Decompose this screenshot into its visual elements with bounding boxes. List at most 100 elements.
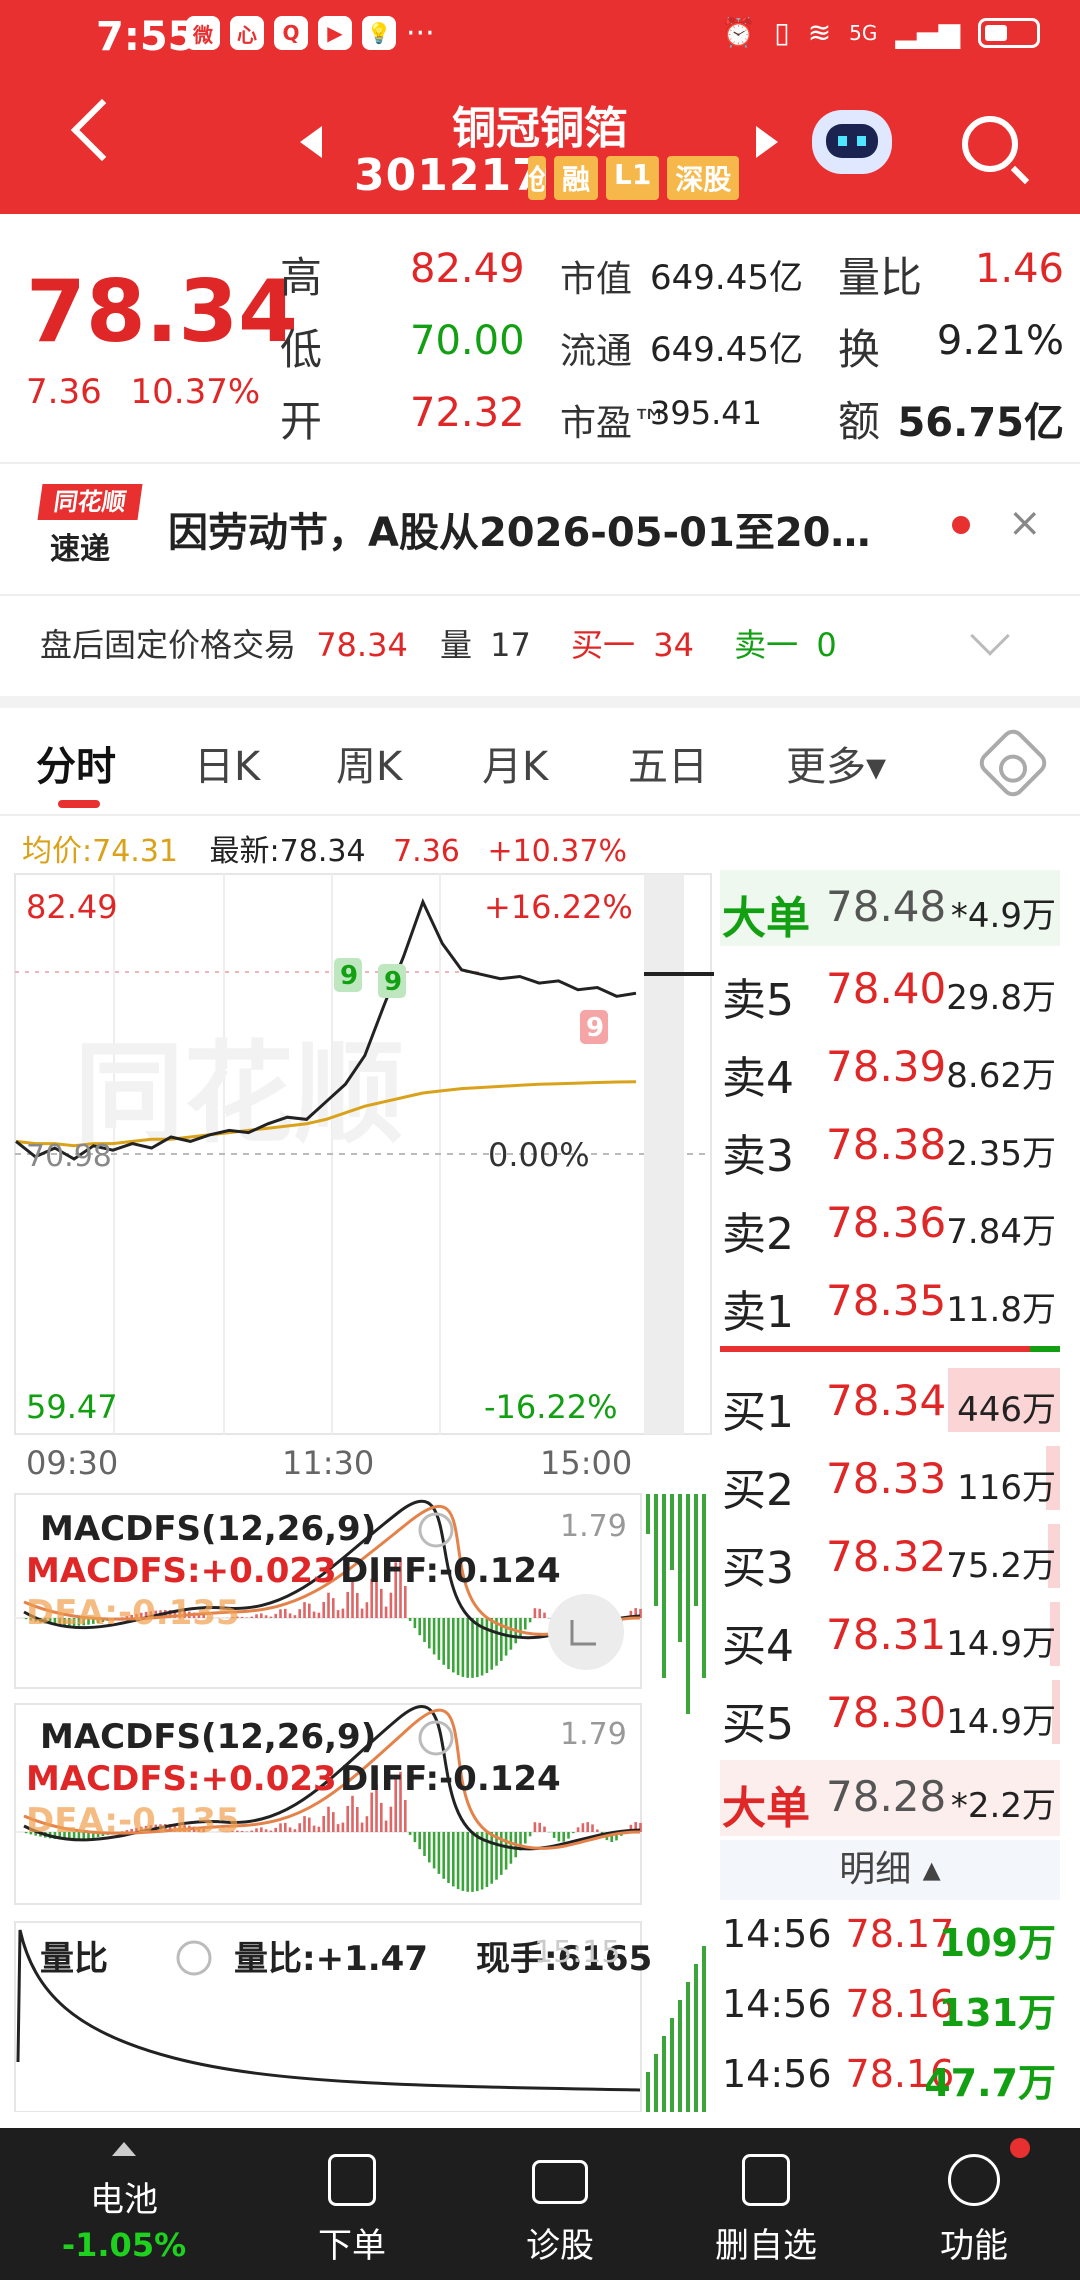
open-label: 开 [280,397,323,446]
tab-daily-k[interactable]: 日K [194,734,260,792]
macd-bar [413,1618,417,1629]
market-cap-value: 649.45亿 [650,258,803,298]
macd-bar [303,1816,306,1832]
big-order-top[interactable]: 大单 78.48 *4.9万 [720,870,1060,946]
bid-row[interactable]: 买3 78.32 75.2万 [720,1520,1060,1596]
network-label: 5G [849,20,878,45]
macd-bar [356,1807,359,1832]
macd-bar [596,1829,599,1832]
bid-label: 买5 [722,1699,794,1750]
nav-diagnose[interactable]: 诊股 [460,2128,660,2280]
macd-bar [298,1823,301,1832]
big-order-vol: *4.9万 [950,896,1056,936]
bid-row[interactable]: 买4 78.31 14.9万 [720,1598,1060,1674]
ask-label: 卖4 [722,1053,794,1104]
nav-remove-watchlist[interactable]: 删自选 [666,2128,866,2280]
ask-row[interactable]: 卖3 78.38 2.35万 [720,1108,1060,1184]
tag-shen: 深股 [667,156,740,200]
after-hours-price: 78.34 [316,626,408,664]
macd-bar [576,1827,580,1832]
nav-functions[interactable]: 功能 [874,2128,1074,2280]
bid-row[interactable]: 买2 78.33 116万 [720,1442,1060,1518]
macd-bar [437,1832,441,1874]
after-hours-vol: 17 [490,626,531,664]
after-hours-row[interactable]: 盘后固定价格交易 78.34 量 17 买一 34 卖一 0 [40,620,837,666]
news-logo: 同花顺 速递 [37,484,143,567]
next-stock-icon[interactable] [756,126,778,158]
big-order-price: 78.48 [826,882,947,931]
macd1-title[interactable]: MACDFS(12,26,9) [40,1509,376,1549]
macd2-title[interactable]: MACDFS(12,26,9) [40,1717,376,1757]
macd-bar [279,1609,282,1618]
chevron-down-icon[interactable] [970,616,1010,656]
ask-price: 78.36 [826,1198,947,1247]
status-notification-icons: 微 心 Q ▶ 💡 ··· [186,16,435,51]
vol-ratio-title[interactable]: 量比 [40,1939,108,1979]
bid-vol: 14.9万 [946,1702,1056,1742]
divider [0,814,1080,816]
nav-battery[interactable]: 电池 -1.05% [24,2128,224,2280]
ask-row[interactable]: 卖2 78.36 7.84万 [720,1186,1060,1262]
close-icon[interactable]: × [1008,500,1042,546]
status-time: 7:55 [96,14,196,60]
ask-row[interactable]: 卖4 78.39 8.62万 [720,1030,1060,1106]
ask-label: 卖2 [722,1209,794,1260]
tab-weekly-k[interactable]: 周K [336,734,402,792]
big-order-bottom[interactable]: 大单 78.28 *2.2万 [720,1760,1060,1836]
tab-intraday[interactable]: 分时 [36,734,116,792]
bid-row[interactable]: 买1 78.34 446万 [720,1364,1060,1440]
macd-bar [423,1832,426,1856]
big-order-label: 大单 [722,893,810,944]
intraday-chart[interactable]: 同花顺 82.49 70.98 59.47 +16.22% 0.00% -16.… [14,872,714,2112]
news-headline[interactable]: 因劳动节，A股从2026-05-01至20… [168,500,870,558]
tab-monthly-k[interactable]: 月K [482,734,548,792]
nav-remove-watchlist-label: 删自选 [715,2226,817,2266]
macd-bar [250,1616,253,1618]
change-percent: 10.37% [130,372,261,412]
macd-bar [380,1588,383,1618]
macd-bar [245,1831,249,1832]
nav-order[interactable]: 下单 [252,2128,452,2280]
expand-icon[interactable] [548,1594,624,1670]
macd-bar [327,1806,330,1832]
search-icon[interactable] [962,116,1018,172]
macd2-diff: DIFF:-0.124 [340,1759,561,1799]
y-top-label: 82.49 [26,888,118,926]
tab-five-day[interactable]: 五日 [628,734,708,792]
low-value: 70.00 [410,318,525,364]
edge-volume-bar [670,1494,674,1570]
edge-volume-bar [670,2018,674,2112]
signal-icon: ▂▄▆ [895,16,960,49]
edge-volume-bar [662,1494,666,1678]
macd-bar [404,1800,407,1832]
ask-row[interactable]: 卖1 78.35 11.8万 [720,1264,1060,1340]
macd-bar [360,1822,364,1832]
tag-rong: 融 [554,156,599,200]
settings-icon[interactable] [974,724,1052,802]
tick-row: 14:56 78.16 47.7万 [722,2052,1060,2112]
macd-bar [437,1618,441,1660]
macd-bar [432,1618,436,1655]
tick-vol: 47.7万 [924,2061,1056,2105]
ask-row[interactable]: 卖5 78.40 29.8万 [720,952,1060,1028]
tag-l1: L1 [606,156,660,200]
macd-bar [240,1616,244,1618]
robot-assistant-icon[interactable] [812,110,892,174]
macd-bar [586,1822,589,1832]
macd-bar [456,1618,460,1676]
macd-bar [269,1830,273,1832]
low-label: 低 [280,325,323,374]
macd-bar [274,1827,277,1832]
tab-more[interactable]: 更多▾ [786,734,886,792]
weibo-icon: 微 [186,16,220,50]
macd-bar [264,1615,268,1618]
bid-vol: 75.2万 [946,1546,1056,1586]
nav-battery-change: -1.05% [61,2226,187,2264]
macd-bar [332,1598,335,1618]
bid-row[interactable]: 买5 78.30 14.9万 [720,1676,1060,1752]
detail-toggle[interactable]: 明细 ▴ [720,1840,1060,1900]
edge-volume-bar [694,1494,698,1606]
macd-bar [557,1832,561,1842]
macd-bar [365,1602,369,1618]
ask-price: 78.35 [826,1276,947,1325]
